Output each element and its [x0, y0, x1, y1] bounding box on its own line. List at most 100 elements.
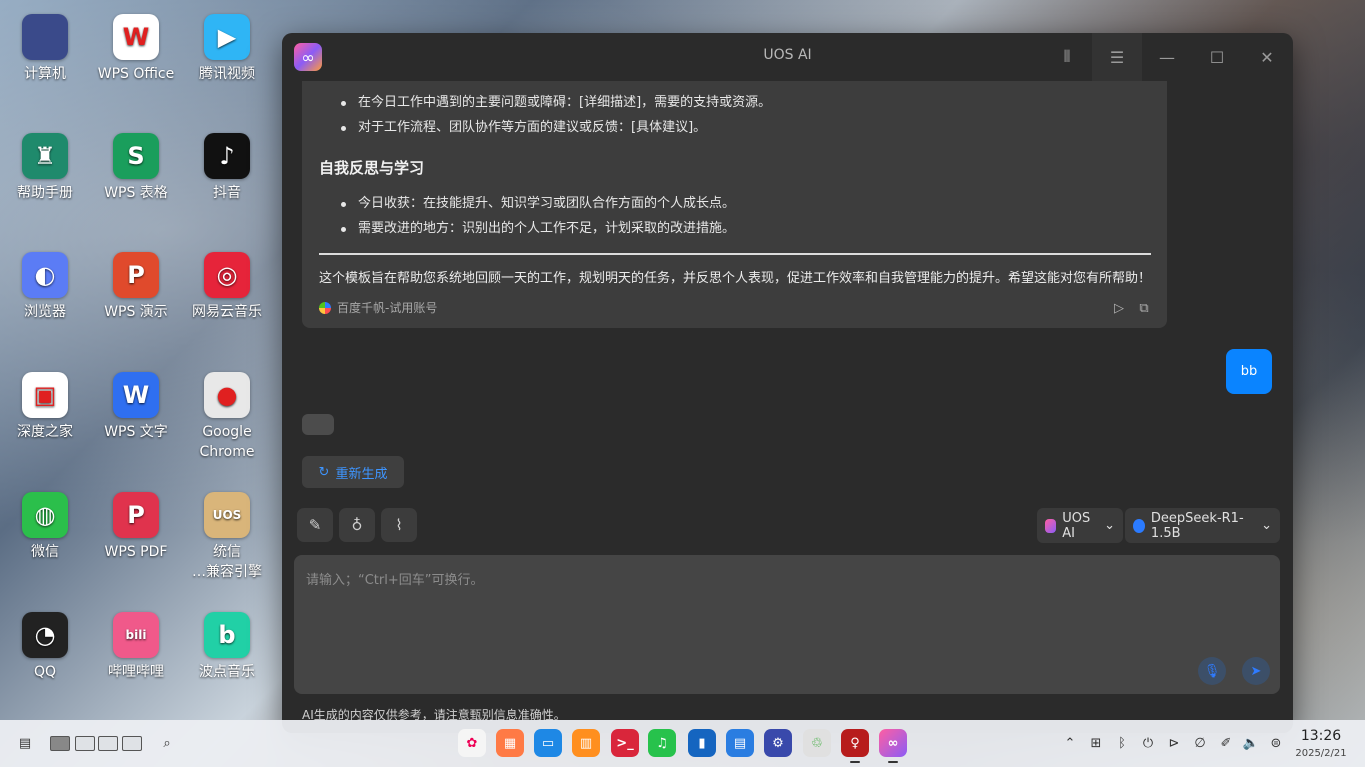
- desktop-icon-label: 哔哩哔哩: [108, 664, 164, 680]
- wine-app-icon[interactable]: ♀: [841, 729, 869, 757]
- app-tile-icon: ●: [204, 372, 250, 418]
- desktop-icon[interactable]: ◎ 网易云音乐: [182, 252, 272, 322]
- desktop-icon[interactable]: ♪ 抖音: [182, 133, 272, 203]
- uos-ai-tray-icon[interactable]: ∅: [1190, 733, 1210, 753]
- music-icon[interactable]: ♫: [648, 729, 676, 757]
- attachment-icon[interactable]: ⌇: [381, 508, 417, 542]
- clock-date[interactable]: 2025/2/21: [1293, 748, 1349, 759]
- menu-button[interactable]: ☰: [1092, 33, 1142, 81]
- workspace-2[interactable]: [75, 736, 95, 751]
- control-toggle-icon[interactable]: ⊜: [1266, 733, 1286, 753]
- deepin-store-icon[interactable]: ▮: [688, 729, 716, 757]
- desktop-icon[interactable]: 计算机: [0, 14, 90, 84]
- desktop-icon[interactable]: ▣ 深度之家: [0, 372, 90, 442]
- multitask-view-icon[interactable]: ▦: [496, 729, 524, 757]
- workspace-3[interactable]: [98, 736, 118, 751]
- terminal-icon[interactable]: >_: [611, 729, 639, 757]
- desktop-icon-label: 浏览器: [24, 304, 66, 320]
- deepseek-icon: [1133, 518, 1145, 533]
- list-item: 在今日工作中遇到的主要问题或障碍：[详细描述]，需要的支持或资源。: [340, 95, 772, 110]
- section-heading: 自我反思与学习: [319, 159, 425, 177]
- desktop-icon[interactable]: ● Google Chrome: [182, 372, 272, 462]
- workspace-1[interactable]: [50, 736, 70, 751]
- control-center-icon[interactable]: ⚙: [764, 729, 792, 757]
- app-store-icon[interactable]: ▥: [572, 729, 600, 757]
- desktop-icon[interactable]: ◍ 微信: [0, 492, 90, 562]
- chevron-down-icon: ⌄: [1104, 518, 1115, 533]
- desktop-icon-label: QQ: [33, 664, 57, 680]
- close-button[interactable]: ✕: [1242, 33, 1292, 81]
- desktop-icon[interactable]: ◐ 浏览器: [0, 252, 90, 322]
- divider: [319, 253, 1151, 255]
- app-tile-icon: b: [204, 612, 250, 658]
- desktop-icon-label: 腾讯视频: [199, 66, 255, 82]
- desktop-icon[interactable]: P WPS PDF: [91, 492, 181, 562]
- copy-icon[interactable]: ⧉: [1136, 300, 1152, 316]
- desktop-icon[interactable]: UOS 统信 …兼容引擎: [182, 492, 272, 582]
- desktop-icon-label: WPS 表格: [104, 185, 168, 201]
- desktop-icon[interactable]: ▶ 腾讯视频: [182, 14, 272, 84]
- desktop-icon-label: Google: [202, 424, 252, 440]
- app-tile-icon: ♜: [22, 133, 68, 179]
- running-indicator: [850, 761, 860, 763]
- titlebar: ∞ UOS AI ⦀ ☰ — ☐ ✕: [282, 33, 1293, 81]
- chevron-down-icon: ⌄: [1261, 518, 1272, 533]
- play-icon[interactable]: ▷: [1111, 300, 1127, 316]
- maximize-button[interactable]: ☐: [1192, 33, 1242, 81]
- screenshot-pen-icon[interactable]: ✐: [1216, 733, 1236, 753]
- desktop-icon-label: Chrome: [199, 444, 255, 460]
- trash-icon[interactable]: ♲: [803, 729, 831, 757]
- volume-icon[interactable]: 🔈: [1241, 733, 1261, 753]
- assistant-answer-card: 在今日工作中遇到的主要问题或障碍：[详细描述]，需要的支持或资源。 对于工作流程…: [302, 81, 1167, 328]
- uos-ai-dock-icon[interactable]: ∞: [879, 729, 907, 757]
- answer-source: 百度千帆-试用账号: [319, 299, 437, 316]
- workspace-4[interactable]: [122, 736, 142, 751]
- chat-input-container: [294, 555, 1280, 694]
- loading-indicator: [302, 414, 334, 435]
- file-manager-icon[interactable]: ▭: [534, 729, 562, 757]
- desktop-icon[interactable]: bili 哔哩哔哩: [91, 612, 181, 682]
- regenerate-button[interactable]: ↻ 重新生成: [302, 456, 404, 488]
- desktop-icon[interactable]: b 波点音乐: [182, 612, 272, 682]
- lightbulb-icon[interactable]: ♁: [339, 508, 375, 542]
- search-icon[interactable]: ⌕: [157, 733, 177, 753]
- desktop-icon[interactable]: P WPS 演示: [91, 252, 181, 322]
- assistant-selector-label: UOS AI: [1062, 510, 1091, 541]
- desktop-icon-label: 帮助手册: [17, 185, 73, 201]
- uos-ai-small-icon: [1045, 518, 1057, 533]
- launcher-icon[interactable]: ✿: [458, 729, 486, 757]
- uos-ai-window: ∞ UOS AI ⦀ ☰ — ☐ ✕ 在今日工作中遇到的主要问题或障碍：[详细描…: [282, 33, 1293, 733]
- clock-time[interactable]: 13:26: [1293, 728, 1349, 744]
- desktop-icon[interactable]: ◔ QQ: [0, 612, 90, 682]
- minimize-button[interactable]: —: [1142, 33, 1192, 81]
- taskbar: ▤ ⌕ ✿ ▦ ▭ ▥ >_ ♫ ▮ ▤ ⚙ ♲ ♀ ∞ ⌃ ⊞ ᛒ ⏻ ⊳ ∅…: [0, 720, 1365, 767]
- desktop-icon[interactable]: ♜ 帮助手册: [0, 133, 90, 203]
- clipboard-icon[interactable]: ▤: [15, 733, 35, 753]
- desktop-icon[interactable]: W WPS 文字: [91, 372, 181, 442]
- desktop-icon[interactable]: W WPS Office: [91, 14, 181, 84]
- bluetooth-icon[interactable]: ᛒ: [1112, 733, 1132, 753]
- voice-wave-icon[interactable]: ⦀: [1042, 33, 1092, 81]
- clear-broom-icon[interactable]: ✎: [297, 508, 333, 542]
- keyboard-icon[interactable]: ⊞: [1086, 733, 1106, 753]
- chat-input[interactable]: [294, 555, 1280, 694]
- send-button[interactable]: ➤: [1242, 657, 1270, 685]
- app-tile-icon: ♪: [204, 133, 250, 179]
- desktop-icon-label: 统信: [213, 544, 241, 560]
- app-tile-icon: ▣: [22, 372, 68, 418]
- calendar-icon[interactable]: ▤: [726, 729, 754, 757]
- desktop-icon[interactable]: S WPS 表格: [91, 133, 181, 203]
- app-tile-icon: ▶: [204, 14, 250, 60]
- app-tile-icon: ◐: [22, 252, 68, 298]
- power-icon[interactable]: ⏻: [1138, 733, 1158, 753]
- desktop-icon-label: 微信: [31, 544, 59, 560]
- list-item: 对于工作流程、团队协作等方面的建议或反馈：[具体建议]。: [340, 120, 707, 135]
- desktop-icon-label: 深度之家: [17, 424, 73, 440]
- tray-expand-icon[interactable]: ⌃: [1060, 733, 1080, 753]
- desktop-icon-label: 网易云音乐: [192, 304, 262, 320]
- forward-icon[interactable]: ⊳: [1164, 733, 1184, 753]
- microphone-icon[interactable]: 🎙: [1198, 657, 1226, 685]
- model-selector[interactable]: DeepSeek-R1-1.5B ⌄: [1125, 508, 1280, 543]
- desktop-icon-label: WPS PDF: [104, 544, 168, 560]
- assistant-selector[interactable]: UOS AI ⌄: [1037, 508, 1123, 543]
